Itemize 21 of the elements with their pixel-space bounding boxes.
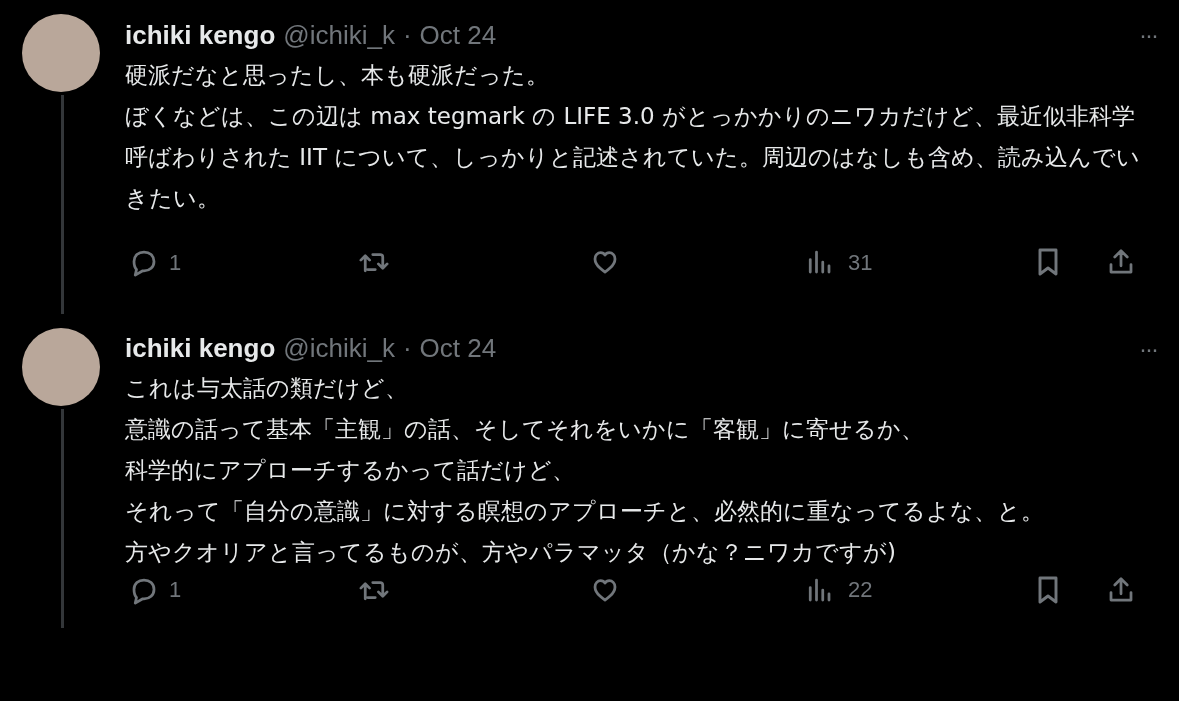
user-handle[interactable]: @ichiki_k bbox=[283, 329, 395, 368]
post-text: ぼくなどは、この辺は max tegmark の LIFE 3.0 がとっかかりのニワカだけど、最近似非科学呼ばわりされた IIT について、しっかりと記述されていた。周辺のはなしも含め、読み込んでいきたい。 bbox=[125, 102, 1142, 213]
user-handle[interactable]: @ichiki_k bbox=[283, 15, 395, 55]
reply-count: 1 bbox=[169, 248, 182, 277]
more-options-button[interactable]: ··· bbox=[1139, 330, 1157, 367]
post-text: 方やクオリアと言ってるものが、方やパラマッタ（かな？ニワカですが) bbox=[125, 538, 897, 567]
post-date[interactable]: Oct 24 bbox=[419, 329, 497, 368]
view-count: 31 bbox=[848, 248, 873, 277]
view-count: 22 bbox=[848, 576, 873, 604]
separator-dot: · bbox=[402, 332, 412, 365]
more-options-button[interactable]: ··· bbox=[1139, 17, 1157, 53]
post-text: 意識の話って基本「主観」の話、そしてそれをいかに「客観」に寄せるか、 bbox=[125, 415, 925, 444]
display-name[interactable]: ichiki kengo bbox=[125, 15, 276, 55]
post-text: これは与太話の類だけど、 bbox=[125, 374, 409, 403]
separator-dot: · bbox=[402, 18, 412, 52]
reply-count: 1 bbox=[169, 576, 182, 604]
post-date[interactable]: Oct 24 bbox=[419, 15, 497, 55]
display-name[interactable]: ichiki kengo bbox=[125, 329, 276, 368]
post-text: 科学的にアプローチするかって話だけど、 bbox=[125, 456, 576, 485]
post-text: 硬派だなと思ったし、本も硬派だった。 bbox=[125, 61, 550, 90]
post-text: それって「自分の意識」に対する瞑想のアプローチと、必然的に重なってるよな、と。 bbox=[125, 497, 1045, 526]
